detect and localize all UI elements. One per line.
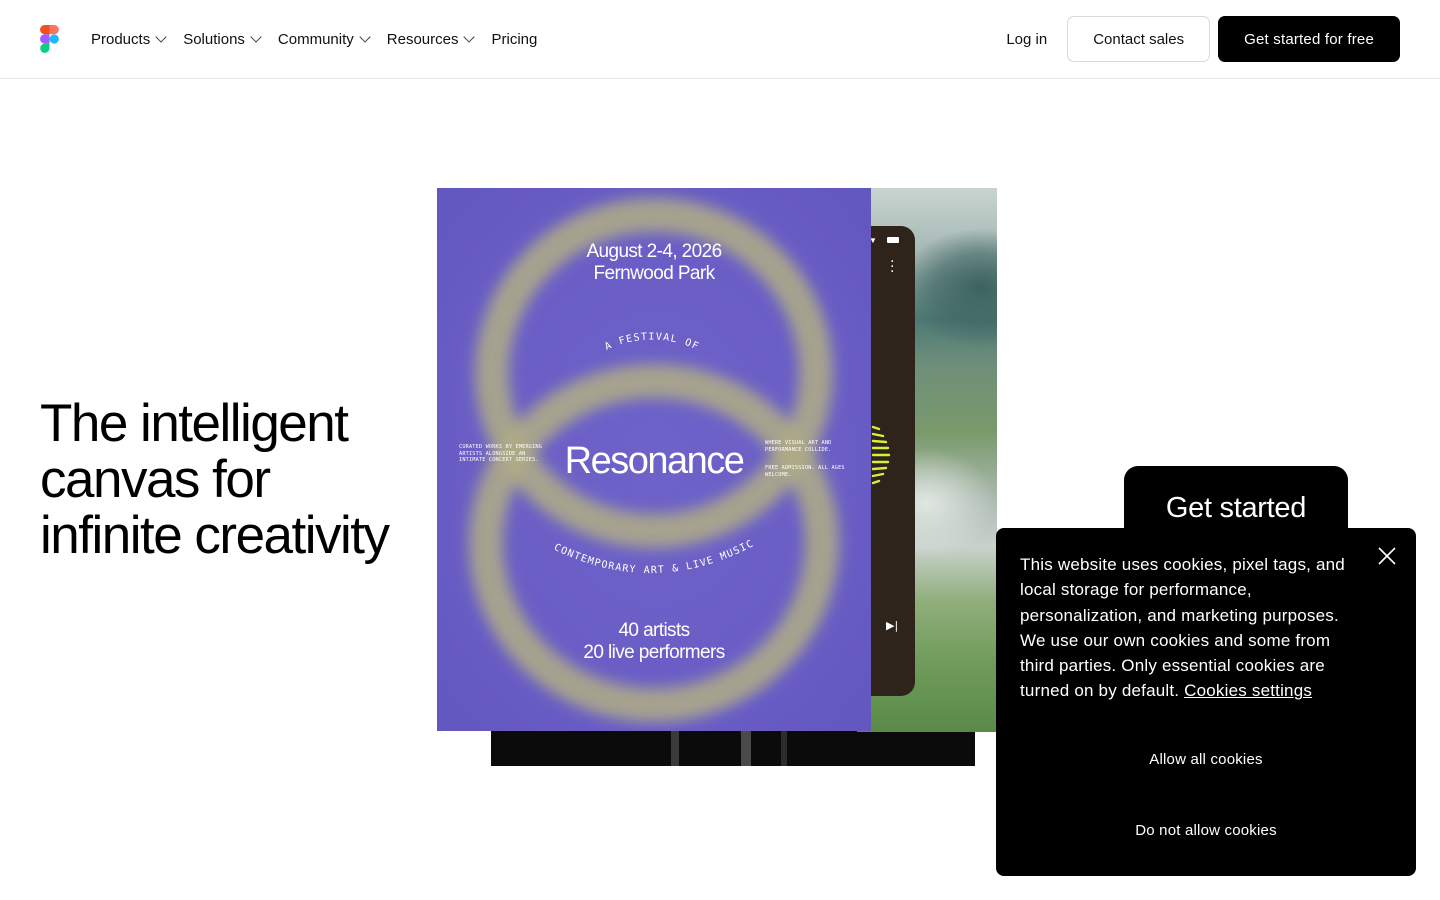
nav-products[interactable]: Products	[91, 28, 167, 50]
contact-sales-button[interactable]: Contact sales	[1067, 16, 1211, 62]
poster-right-note-2: FREE ADMISSION. ALL AGES WELCOME.	[765, 465, 845, 478]
poster-count-line1: 40 artists	[618, 620, 690, 641]
svg-text:A FESTIVAL OF: A FESTIVAL OF	[603, 332, 701, 353]
nav-pricing-label: Pricing	[491, 30, 538, 48]
dark-image-strip	[491, 728, 975, 766]
hero-visual-stack: ▼ · · · ▶| A FESTIVAL OF CONTEMPORARY AR…	[437, 188, 997, 768]
poster-count-line2: 20 live performers	[583, 642, 725, 663]
get-started-free-button[interactable]: Get started for free	[1218, 16, 1400, 62]
poster-date-line1: August 2-4, 2026	[586, 241, 722, 262]
nav-solutions[interactable]: Solutions	[183, 28, 262, 50]
hero-title: The intelligent canvas for infinite crea…	[40, 394, 390, 565]
poster-date-line2: Fernwood Park	[593, 263, 715, 284]
primary-nav: Products Solutions Community Resources P…	[91, 28, 555, 50]
top-navigation: Products Solutions Community Resources P…	[0, 0, 1440, 79]
chevron-down-icon	[359, 31, 371, 43]
poster-right-note-1: WHERE VISUAL ART AND PERFORMANCE COLLIDE…	[765, 440, 832, 453]
nav-actions: Log in Contact sales Get started for fre…	[1006, 16, 1400, 62]
festival-poster: A FESTIVAL OF CONTEMPORARY ART & LIVE MU…	[437, 188, 871, 731]
nav-resources[interactable]: Resources	[386, 28, 476, 50]
audio-visualizer-icon	[871, 425, 891, 485]
figma-logo-icon[interactable]	[40, 25, 59, 53]
poster-arc-top: A FESTIVAL OF	[603, 332, 700, 353]
poster-date: August 2-4, 2026 Fernwood Park	[437, 241, 871, 285]
cookie-settings-link[interactable]: Cookies settings	[1184, 681, 1312, 700]
battery-icon	[887, 237, 899, 243]
nav-products-label: Products	[91, 30, 151, 48]
close-icon[interactable]	[1377, 546, 1397, 566]
nav-community[interactable]: Community	[277, 28, 371, 50]
chevron-down-icon	[155, 31, 167, 43]
poster-count: 40 artists 20 live performers	[437, 620, 871, 664]
nav-pricing[interactable]: Pricing	[491, 28, 537, 50]
allow-all-cookies-button[interactable]: Allow all cookies	[1020, 737, 1392, 781]
cookie-message: This website uses cookies, pixel tags, a…	[1020, 552, 1365, 704]
chevron-down-icon	[250, 31, 262, 43]
nav-community-label: Community	[277, 30, 354, 48]
chevron-down-icon	[463, 31, 476, 43]
deny-cookies-button[interactable]: Do not allow cookies	[1020, 808, 1392, 852]
skip-next-icon: ▶|	[886, 619, 899, 632]
nav-solutions-label: Solutions	[183, 30, 245, 48]
cookie-banner: This website uses cookies, pixel tags, a…	[996, 528, 1416, 876]
login-link[interactable]: Log in	[1006, 31, 1047, 48]
more-options-icon: · · ·	[890, 254, 895, 280]
poster-left-note: CURATED WORKS BY EMERGING ARTISTS ALONGS…	[459, 444, 543, 463]
cookie-message-text: This website uses cookies, pixel tags, a…	[1020, 555, 1345, 701]
nav-resources-label: Resources	[386, 30, 459, 48]
